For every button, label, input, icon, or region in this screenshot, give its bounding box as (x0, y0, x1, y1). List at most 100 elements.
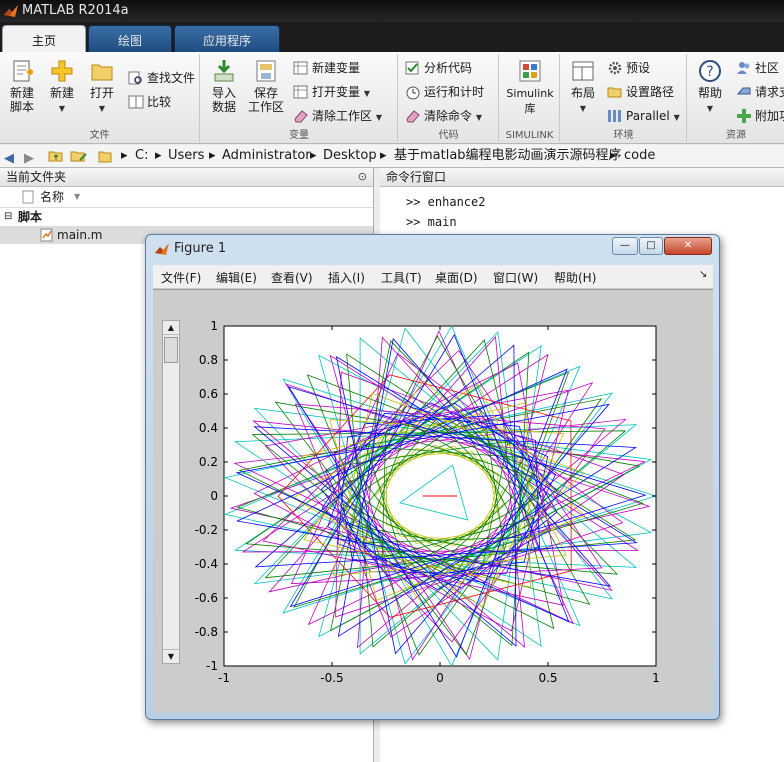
breadcrumb-item[interactable]: code (624, 145, 655, 167)
matlab-logo-icon (155, 243, 169, 255)
find-files-button[interactable]: 查找文件 (128, 68, 195, 88)
parallel-icon (608, 110, 621, 122)
save-workspace-button[interactable]: 保存 工作区 (247, 56, 285, 114)
new-button[interactable]: 新建 ▼ (44, 56, 80, 116)
panel-menu-icon[interactable]: ⊙ (358, 168, 367, 186)
current-folder-title: 当前文件夹 (6, 170, 67, 184)
save-workspace-icon (256, 60, 276, 82)
column-name[interactable]: 名称 (40, 187, 64, 207)
request-support-icon (736, 87, 751, 95)
analyze-code-button[interactable]: 分析代码 (405, 58, 472, 78)
group-code: 分析代码 运行和计时 清除命令 ▼ 代码 (399, 54, 499, 142)
group-environment: 布局 ▼ 预设 设置路径 Parallel ▼ 环境 (561, 54, 687, 142)
tab-apps[interactable]: 应用程序 (174, 25, 280, 52)
layout-button[interactable]: 布局 ▼ (565, 56, 601, 116)
dock-arrow-icon[interactable]: ↘ (699, 269, 707, 280)
group-label-scripts: 脚本 (18, 210, 43, 224)
open-variable-icon (293, 85, 308, 99)
request-support-button[interactable]: 请求支 (736, 82, 784, 102)
breadcrumb-separator-icon: ▸ (380, 148, 387, 163)
group-label-file: 文件 (89, 130, 110, 141)
group-label-code: 代码 (438, 130, 459, 141)
open-button[interactable]: 打开 ▼ (84, 56, 120, 116)
layout-icon (572, 61, 594, 81)
y-tick-label: -0.8 (195, 625, 218, 639)
help-button[interactable]: ? 帮助 ▼ (692, 56, 728, 116)
compare-button[interactable]: 比较 (128, 92, 171, 112)
ribbon-tabs: 主页 绘图 应用程序 (0, 22, 784, 52)
layout-label: 布局 (570, 86, 595, 100)
group-label-simulink: SIMULINK (505, 130, 554, 141)
sort-caret-icon: ▼ (74, 192, 81, 201)
menu-view[interactable]: 查看(V) (271, 269, 313, 286)
preferences-button[interactable]: 预设 (607, 58, 650, 78)
figure-menu-bar: 文件(F) 编辑(E) 查看(V) 插入(I) 工具(T) 桌面(D) 窗口(W… (153, 265, 713, 289)
addons-button[interactable]: 附加功 (736, 106, 784, 126)
dropdown-caret-icon: ▼ (375, 113, 382, 122)
command-window-header: 命令行窗口 (380, 168, 784, 187)
back-arrow-icon[interactable]: ◀ (4, 148, 14, 170)
title-bar: MATLAB R2014a (0, 0, 784, 22)
breadcrumb-item[interactable]: C: (135, 145, 148, 167)
simulink-library-button[interactable]: Simulink 库 (504, 56, 556, 116)
menu-tools[interactable]: 工具(T) (381, 269, 422, 286)
menu-help[interactable]: 帮助(H) (554, 269, 596, 286)
x-tick-label: 1 (652, 671, 660, 685)
community-label: 社区 (755, 61, 780, 75)
m-file-icon (40, 228, 53, 242)
menu-file[interactable]: 文件(F) (161, 269, 201, 286)
menu-window[interactable]: 窗口(W) (493, 269, 538, 286)
set-path-label: 设置路径 (626, 85, 675, 99)
plot-area[interactable]: -1 -0.5 0 0.5 1 1 0.8 0.6 0.4 0.2 0 -0.2 -0.4 -0.6 -0.… (153, 290, 713, 714)
close-button[interactable]: ✕ (664, 237, 712, 255)
tab-plots[interactable]: 绘图 (88, 25, 172, 52)
clear-commands-button[interactable]: 清除命令 ▼ (405, 106, 482, 126)
menu-desktop[interactable]: 桌面(D) (435, 269, 478, 286)
new-script-button[interactable]: 新建 脚本 (4, 56, 40, 114)
run-and-time-button[interactable]: 运行和计时 (405, 82, 484, 102)
breadcrumb-item[interactable]: Administrator (222, 145, 311, 167)
menu-edit[interactable]: 编辑(E) (216, 269, 257, 286)
breadcrumb-separator-icon: ▸ (610, 148, 617, 163)
file-name: main.m (57, 228, 103, 242)
breadcrumb-separator-icon: ▸ (310, 148, 317, 163)
y-tick-label: -0.6 (195, 591, 218, 605)
menu-insert[interactable]: 插入(I) (328, 269, 365, 286)
group-row-scripts[interactable]: ⊟ 脚本 (0, 208, 373, 226)
group-variable: 导入 数据 保存 工作区 新建变量 打开变量 ▼ 清除工作区 ▼ 变量 (201, 54, 398, 142)
breadcrumb-item[interactable]: Users (168, 145, 204, 167)
parallel-button[interactable]: Parallel ▼ (607, 106, 680, 126)
figure-window[interactable]: Figure 1 — □ ✕ 文件(F) 编辑(E) 查看(V) 插入(I) 工… (145, 234, 720, 720)
new-variable-button[interactable]: 新建变量 (293, 58, 360, 78)
new-label: 新建 (49, 86, 74, 100)
y-tick-label: 0.8 (199, 353, 218, 367)
breadcrumb-item[interactable]: 基于matlab编程电影动画演示源码程序 (394, 145, 622, 167)
collapse-icon[interactable]: ⊟ (4, 208, 12, 226)
maximize-button[interactable]: □ (639, 237, 663, 255)
import-data-icon (214, 60, 234, 82)
import-data-label: 导入 数据 (211, 86, 236, 114)
set-path-button[interactable]: 设置路径 (607, 82, 674, 102)
clear-workspace-button[interactable]: 清除工作区 ▼ (293, 106, 382, 126)
tab-home[interactable]: 主页 (2, 25, 86, 52)
find-files-icon (128, 71, 142, 85)
open-variable-button[interactable]: 打开变量 ▼ (293, 82, 370, 102)
y-tick-label: 0.6 (199, 387, 218, 401)
import-data-button[interactable]: 导入 数据 (205, 56, 243, 114)
new-script-icon (13, 60, 33, 82)
breadcrumb-item[interactable]: Desktop (323, 145, 377, 167)
dropdown-caret-icon: ▼ (98, 104, 106, 113)
minimize-button[interactable]: — (612, 237, 638, 255)
x-tick-label: 0.5 (538, 671, 557, 685)
forward-arrow-icon[interactable]: ▶ (24, 148, 34, 170)
matlab-logo-icon (4, 5, 18, 17)
new-variable-icon (293, 61, 308, 75)
column-header: 名称 ▼ (0, 187, 373, 208)
browse-folder-icon[interactable] (70, 148, 88, 164)
community-button[interactable]: 社区 (736, 58, 779, 78)
current-folder-header: 当前文件夹 ⊙ (0, 168, 373, 187)
folder-icon (98, 151, 112, 163)
group-label-variable: 变量 (289, 130, 309, 141)
up-folder-icon[interactable] (48, 148, 64, 164)
breadcrumb-separator-icon: ▸ (155, 148, 162, 163)
